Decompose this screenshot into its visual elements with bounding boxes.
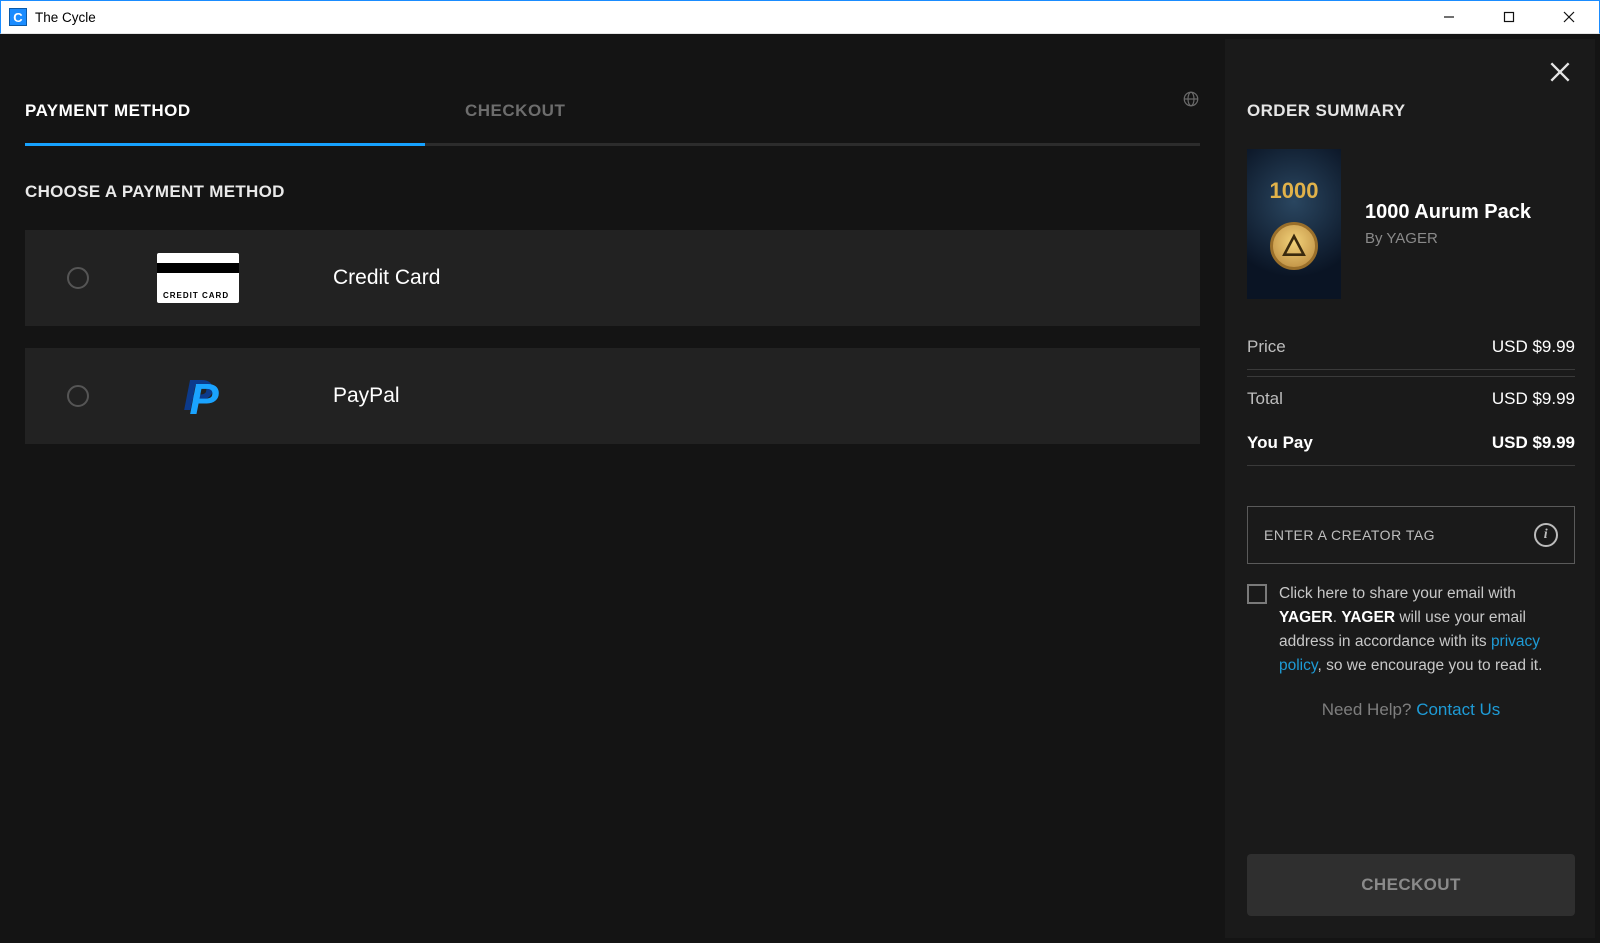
aurum-coin-icon — [1270, 222, 1318, 270]
price-list: Price USD $9.99 Total USD $9.99 You Pay … — [1247, 325, 1575, 466]
email-share-consent: Click here to share your email with YAGE… — [1247, 582, 1575, 678]
tab-active-indicator — [25, 143, 425, 146]
app-body: PAYMENT METHOD CHECKOUT CHOOSE A PAYMENT… — [0, 34, 1600, 943]
payment-option-label: PayPal — [333, 384, 400, 408]
need-help: Need Help? Contact Us — [1247, 700, 1575, 720]
contact-us-link[interactable]: Contact Us — [1416, 700, 1500, 719]
tab-checkout[interactable]: CHECKOUT — [465, 59, 905, 143]
consent-text: Click here to share your email with YAGE… — [1279, 582, 1575, 678]
total-value: USD $9.99 — [1492, 389, 1575, 409]
price-label: Price — [1247, 337, 1286, 357]
order-summary-heading: ORDER SUMMARY — [1247, 101, 1575, 121]
credit-card-icon-text: CREDIT CARD — [163, 291, 229, 300]
title-bar-left: C The Cycle — [1, 8, 96, 26]
product-row: 1000 1000 Aurum Pack By YAGER — [1247, 149, 1575, 299]
radio-credit-card[interactable] — [67, 267, 89, 289]
window-controls — [1419, 1, 1599, 33]
youpay-value: USD $9.99 — [1492, 433, 1575, 453]
product-meta: 1000 Aurum Pack By YAGER — [1365, 201, 1531, 247]
paypal-icon: PP — [153, 371, 243, 421]
price-value: USD $9.99 — [1492, 337, 1575, 357]
window-title: The Cycle — [35, 10, 96, 25]
payment-method-list: CREDIT CARD Credit Card PP PayPal — [5, 230, 1220, 444]
minimize-button[interactable] — [1419, 1, 1479, 33]
tab-underline — [25, 143, 1200, 146]
payment-option-label: Credit Card — [333, 266, 440, 290]
app-icon: C — [9, 8, 27, 26]
close-window-button[interactable] — [1539, 1, 1599, 33]
radio-paypal[interactable] — [67, 385, 89, 407]
price-row-youpay: You Pay USD $9.99 — [1247, 421, 1575, 466]
youpay-label: You Pay — [1247, 433, 1313, 453]
info-icon[interactable]: i — [1534, 523, 1558, 547]
section-title: CHOOSE A PAYMENT METHOD — [25, 182, 1200, 202]
price-row-price: Price USD $9.99 — [1247, 325, 1575, 370]
product-thumbnail: 1000 — [1247, 149, 1341, 299]
payment-option-paypal[interactable]: PP PayPal — [25, 348, 1200, 444]
left-panel: PAYMENT METHOD CHECKOUT CHOOSE A PAYMENT… — [5, 39, 1220, 938]
thumb-amount: 1000 — [1270, 178, 1319, 204]
payment-option-credit-card[interactable]: CREDIT CARD Credit Card — [25, 230, 1200, 326]
price-row-total: Total USD $9.99 — [1247, 377, 1575, 421]
tabs-row: PAYMENT METHOD CHECKOUT — [5, 59, 1220, 143]
creator-tag-input[interactable]: ENTER A CREATOR TAG i — [1247, 506, 1575, 564]
credit-card-icon: CREDIT CARD — [153, 253, 243, 303]
globe-icon[interactable] — [1182, 90, 1200, 113]
product-by: By YAGER — [1365, 230, 1531, 247]
title-bar: C The Cycle — [0, 0, 1600, 34]
maximize-button[interactable] — [1479, 1, 1539, 33]
checkout-button[interactable]: CHECKOUT — [1247, 854, 1575, 916]
creator-tag-placeholder: ENTER A CREATOR TAG — [1264, 527, 1435, 543]
close-overlay-button[interactable] — [1547, 59, 1573, 90]
total-label: Total — [1247, 389, 1283, 409]
consent-checkbox[interactable] — [1247, 584, 1267, 604]
order-summary-panel: ORDER SUMMARY 1000 1000 Aurum Pack By YA… — [1225, 39, 1595, 938]
tab-payment-method[interactable]: PAYMENT METHOD — [25, 59, 465, 143]
tabs: PAYMENT METHOD CHECKOUT — [25, 59, 1182, 143]
product-title: 1000 Aurum Pack — [1365, 201, 1531, 224]
